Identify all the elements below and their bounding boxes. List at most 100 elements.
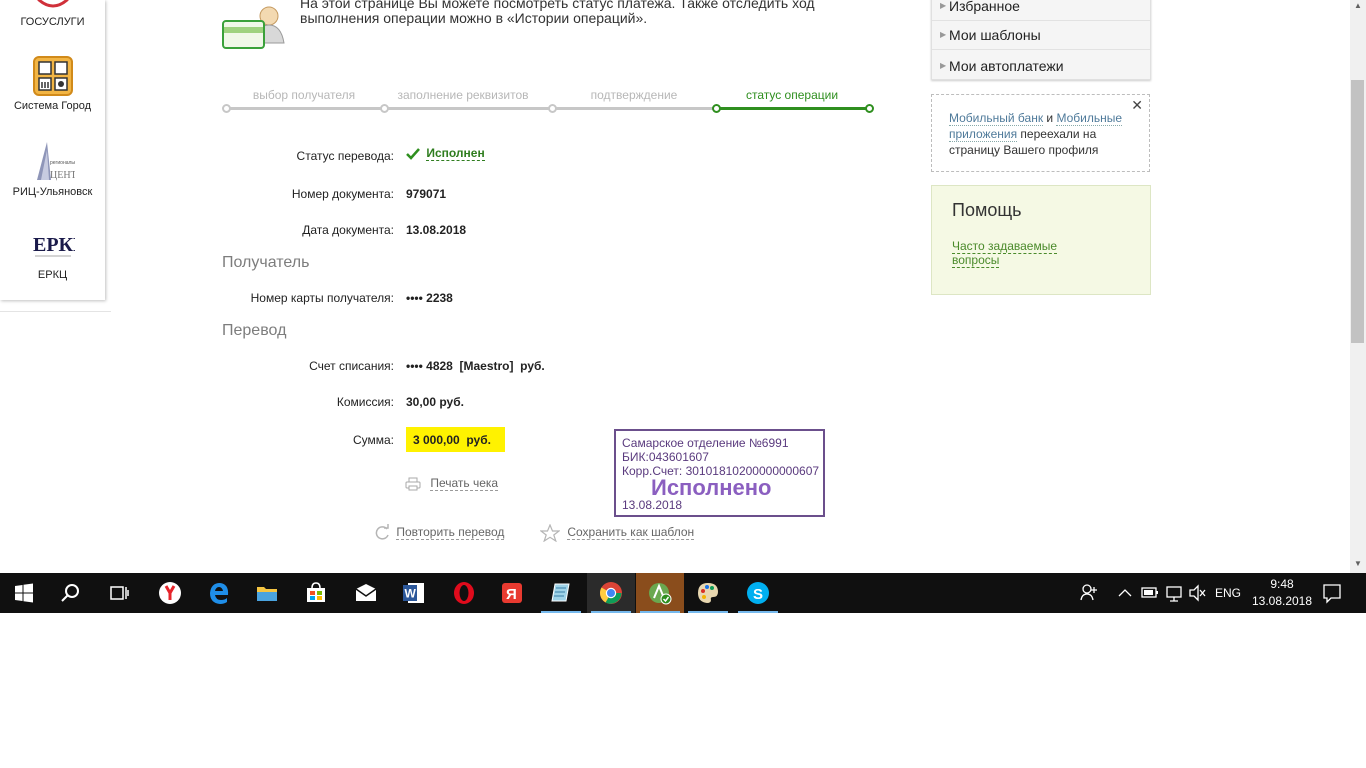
- step-dot: [548, 104, 557, 113]
- field-label: Комиссия:: [336, 395, 394, 409]
- folder-icon: [257, 587, 277, 601]
- tray-people[interactable]: [1078, 573, 1100, 613]
- save-template-label: Сохранить как шаблон: [567, 525, 695, 541]
- taskbar-app-yandex-browser[interactable]: [146, 573, 194, 613]
- step-label: выбор получателя: [252, 88, 356, 102]
- notification-icon: [1323, 584, 1341, 604]
- scroll-up-icon[interactable]: ▲: [1350, 0, 1366, 12]
- refresh-icon: [375, 524, 389, 540]
- network-icon: [1166, 586, 1182, 602]
- print-receipt-label: Печать чека: [430, 476, 499, 491]
- stamp-status: Исполнено: [651, 475, 772, 500]
- repeat-transfer-label: Повторить перевод: [396, 525, 505, 541]
- check-icon: [406, 147, 420, 160]
- stamp-date: 13.08.2018: [622, 498, 683, 512]
- tray-network[interactable]: [1164, 573, 1184, 613]
- taskbar-app-chrome[interactable]: [587, 573, 635, 613]
- svg-text:S: S: [753, 586, 763, 603]
- save-template-button[interactable]: Сохранить как шаблон: [539, 523, 695, 543]
- mail-icon: [355, 584, 377, 601]
- field-value: •••• 4828 [Maestro] руб.: [406, 359, 545, 373]
- search-button[interactable]: [47, 573, 95, 613]
- menu-item-label: Мои шаблоны: [949, 27, 1041, 43]
- field-value: 30,00 руб.: [406, 395, 464, 409]
- vpn-icon: [649, 583, 672, 605]
- progress-steps: выбор получателя заполнение реквизитов п…: [222, 88, 877, 118]
- taskbar-app-yandex[interactable]: Я: [488, 573, 536, 613]
- field-label: Счет списания:: [309, 359, 394, 373]
- fee-row: Комиссия: 30,00 руб.: [222, 393, 922, 411]
- help-box: Помощь Часто задаваемые вопросы: [931, 185, 1151, 295]
- taskbar-app-mail[interactable]: [342, 573, 390, 613]
- status-value: Исполнен: [406, 146, 485, 161]
- notice-box: ✕ Мобильный банк и Мобильные приложения …: [931, 94, 1150, 172]
- edge-icon: [210, 583, 229, 604]
- menu-item-favorites[interactable]: ▶ Избранное: [932, 0, 1150, 21]
- service-label: Система Город: [13, 100, 92, 112]
- scroll-down-icon[interactable]: ▼: [1350, 558, 1366, 570]
- quick-menu: ▶ Избранное ▶ Мои шаблоны ▶ Мои автоплат…: [931, 0, 1151, 80]
- status-row: Статус перевода: Исполнен: [222, 146, 922, 165]
- word-icon: W: [403, 583, 424, 603]
- service-ric-ulyanovsk[interactable]: региональный ЦЕНТР РИЦ-Ульяновск: [0, 140, 105, 198]
- chrome-icon: [600, 582, 622, 604]
- field-label: Статус перевода:: [296, 149, 394, 163]
- stamp-line: Самарское отделение №6991: [622, 436, 789, 450]
- card-row: Номер карты получателя: •••• 2238: [222, 289, 922, 307]
- clock[interactable]: 9:48 13.08.2018: [1244, 576, 1320, 610]
- chevron-right-icon: ▶: [940, 30, 947, 39]
- taskbar-app-notes[interactable]: [537, 573, 585, 613]
- account-row: Счет списания: •••• 4828 [Maestro] руб.: [222, 357, 922, 375]
- step-label: заполнение реквизитов: [397, 88, 529, 102]
- service-label: РИЦ-Ульяновск: [12, 186, 93, 198]
- service-gosuslugi[interactable]: ГОСУСЛУГИ: [0, 0, 105, 28]
- service-sistema-gorod[interactable]: Система Город: [0, 56, 105, 112]
- tray-battery[interactable]: [1140, 573, 1160, 613]
- search-icon: [61, 584, 79, 602]
- task-view-icon: [110, 586, 129, 600]
- bank-stamp: Самарское отделение №6991 БИК:043601607 …: [614, 429, 825, 517]
- menu-item-autopayments[interactable]: ▶ Мои автоплатежи: [932, 51, 1150, 81]
- yandex-browser-icon: [159, 582, 181, 604]
- taskbar-app-word[interactable]: W: [390, 573, 438, 613]
- service-erkc[interactable]: ЕРКЦ ЕРКЦ: [0, 229, 105, 281]
- step-dot: [380, 104, 389, 113]
- taskbar-app-skype[interactable]: S: [734, 573, 782, 613]
- task-view-button[interactable]: [95, 573, 143, 613]
- sistema-gorod-logo-icon: [32, 56, 73, 96]
- clock-date: 13.08.2018: [1251, 594, 1313, 608]
- taskbar-app-paint[interactable]: [684, 573, 732, 613]
- taskbar-app-vpn[interactable]: [636, 573, 684, 613]
- taskbar-app-file-explorer[interactable]: [243, 573, 291, 613]
- tray-show-hidden[interactable]: [1116, 573, 1134, 613]
- stamp-line: БИК:043601607: [622, 450, 709, 464]
- close-icon[interactable]: ✕: [1131, 97, 1143, 113]
- taskbar-app-store[interactable]: [292, 573, 340, 613]
- taskbar: W Я S: [0, 573, 1366, 613]
- help-title: Помощь: [952, 200, 1022, 220]
- menu-item-templates[interactable]: ▶ Мои шаблоны: [932, 20, 1150, 50]
- services-panel: ГОСУСЛУГИ Система Город региональный ЦЕН…: [0, 0, 105, 300]
- doc-number-row: Номер документа: 979071: [222, 185, 922, 203]
- print-receipt-button[interactable]: Печать чека: [405, 476, 499, 491]
- repeat-transfer-button[interactable]: Повторить перевод: [373, 524, 505, 542]
- tray-notifications[interactable]: [1322, 573, 1342, 613]
- faq-link[interactable]: Часто задаваемые вопросы: [952, 239, 1082, 268]
- tray-language[interactable]: ENG: [1215, 573, 1241, 613]
- printer-icon: [405, 477, 421, 491]
- section-recipient: Получатель: [222, 254, 310, 271]
- taskbar-app-opera[interactable]: [440, 573, 488, 613]
- start-button[interactable]: [0, 573, 48, 613]
- faq-label: Часто задаваемые вопросы: [952, 239, 1058, 268]
- status-link[interactable]: Исполнен: [426, 146, 485, 161]
- mobile-bank-link[interactable]: Мобильный банк: [949, 111, 1044, 126]
- menu-item-label: Избранное: [949, 0, 1020, 14]
- chevron-right-icon: ▶: [940, 1, 947, 10]
- battery-icon: [1141, 587, 1158, 598]
- notice-text: и: [1043, 111, 1057, 125]
- notes-icon: [551, 583, 570, 602]
- chevron-right-icon: ▶: [940, 61, 947, 70]
- taskbar-app-edge[interactable]: [195, 573, 243, 613]
- tray-volume[interactable]: [1188, 573, 1208, 613]
- scrollbar-thumb[interactable]: [1351, 80, 1364, 343]
